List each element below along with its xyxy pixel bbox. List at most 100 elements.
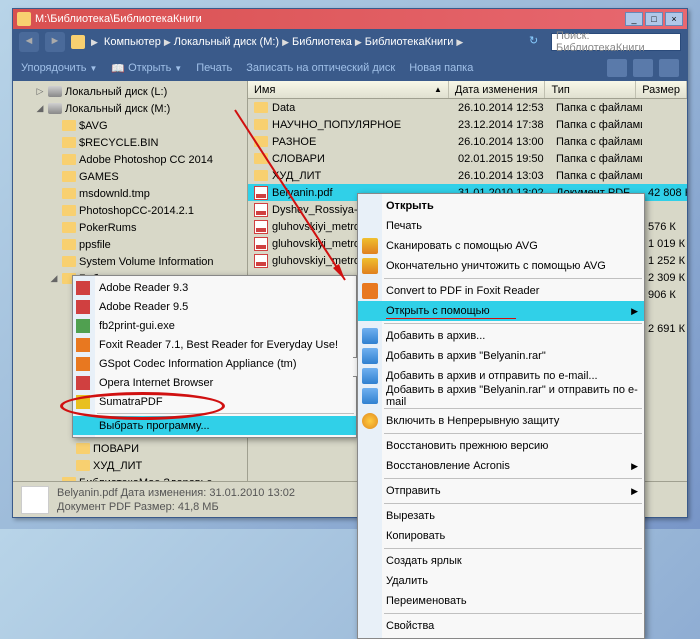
- folder-icon: [62, 171, 76, 182]
- ctx-shortcut[interactable]: Создать ярлык: [358, 551, 644, 571]
- app-icon: [76, 357, 90, 371]
- ctx-delete[interactable]: Удалить: [358, 571, 644, 591]
- submenu-arrow-icon: ▶: [631, 306, 638, 317]
- list-row[interactable]: РАЗНОЕ26.10.2014 13:00Папка с файлами: [248, 133, 687, 150]
- close-button[interactable]: ×: [665, 12, 683, 26]
- breadcrumb-item[interactable]: БиблиотекаКниги: [365, 36, 454, 48]
- organize-menu[interactable]: Упорядочить ▼: [21, 62, 97, 74]
- folder-icon: [76, 443, 90, 454]
- burn-button[interactable]: Записать на оптический диск: [246, 62, 395, 74]
- maximize-button[interactable]: □: [645, 12, 663, 26]
- breadcrumb-item[interactable]: Локальный диск (M:): [174, 36, 279, 48]
- folder-icon: [62, 137, 76, 148]
- openwith-item[interactable]: SumatraPDF: [73, 392, 356, 411]
- pdf-icon: [254, 220, 268, 234]
- list-row[interactable]: НАУЧНО_ПОПУЛЯРНОЕ23.12.2014 17:38Папка с…: [248, 116, 687, 133]
- folder-icon: [62, 188, 76, 199]
- folder-icon: [62, 154, 76, 165]
- app-icon: [76, 395, 90, 409]
- openwith-item[interactable]: Foxit Reader 7.1, Best Reader for Everyd…: [73, 335, 356, 354]
- ctx-restore[interactable]: Восстановить прежнюю версию: [358, 436, 644, 456]
- app-icon: [76, 376, 90, 390]
- open-menu[interactable]: 📖 Открыть ▼: [111, 62, 182, 75]
- folder-icon: [62, 477, 76, 481]
- print-button[interactable]: Печать: [196, 62, 232, 74]
- archive-icon: [362, 368, 378, 384]
- context-menu[interactable]: Открыть Печать Сканировать с помощью AVG…: [357, 193, 645, 639]
- foxit-icon: [362, 283, 378, 299]
- tree-item[interactable]: ПОВАРИ: [13, 440, 247, 457]
- forward-button[interactable]: ►: [45, 32, 65, 52]
- column-type[interactable]: Тип: [545, 81, 636, 98]
- ctx-convert-pdf[interactable]: Convert to PDF in Foxit Reader: [358, 281, 644, 301]
- refresh-button[interactable]: ↻: [529, 34, 545, 50]
- breadcrumb-item[interactable]: Компьютер: [104, 36, 161, 48]
- column-name[interactable]: Имя ▲: [248, 81, 449, 98]
- ctx-print[interactable]: Печать: [358, 216, 644, 236]
- preview-button[interactable]: [633, 59, 653, 77]
- list-row[interactable]: СЛОВАРИ02.01.2015 19:50Папка с файлами: [248, 150, 687, 167]
- ctx-add-rar-mail[interactable]: Добавить в архив "Belyanin.rar" и отправ…: [358, 386, 644, 406]
- openwith-item[interactable]: Adobe Reader 9.5: [73, 297, 356, 316]
- list-row[interactable]: Data26.10.2014 12:53Папка с файлами: [248, 99, 687, 116]
- ctx-acronis[interactable]: Восстановление Acronis▶: [358, 456, 644, 476]
- newfolder-button[interactable]: Новая папка: [409, 62, 473, 74]
- tree-item[interactable]: ppsfile: [13, 236, 247, 253]
- folder-icon: [62, 205, 76, 216]
- column-size[interactable]: Размер: [636, 81, 687, 98]
- ctx-openwith[interactable]: Открыть с помощью▶: [358, 301, 644, 321]
- ctx-sendto[interactable]: Отправить▶: [358, 481, 644, 501]
- help-button[interactable]: [659, 59, 679, 77]
- back-button[interactable]: ◄: [19, 32, 39, 52]
- ctx-cut[interactable]: Вырезать: [358, 506, 644, 526]
- openwith-item[interactable]: fb2print-gui.exe: [73, 316, 356, 335]
- breadcrumb-item[interactable]: Библиотека: [292, 36, 352, 48]
- ctx-scan-avg[interactable]: Сканировать с помощью AVG: [358, 236, 644, 256]
- tree-item[interactable]: $RECYCLE.BIN: [13, 134, 247, 151]
- pdf-icon: [254, 186, 268, 200]
- app-icon: [76, 319, 90, 333]
- search-input[interactable]: Поиск: БиблиотекаКниги: [551, 33, 681, 51]
- avg-icon: [362, 238, 378, 254]
- view-button[interactable]: [607, 59, 627, 77]
- ctx-props[interactable]: Свойства: [358, 616, 644, 636]
- tree-item[interactable]: ▷Локальный диск (L:): [13, 83, 247, 100]
- column-date[interactable]: Дата изменения: [449, 81, 546, 98]
- tree-item[interactable]: ХУД_ЛИТ: [13, 457, 247, 474]
- openwith-item[interactable]: GSpot Codec Information Appliance (tm): [73, 354, 356, 373]
- window-title: M:\Библиотека\БиблиотекаКниги: [35, 13, 202, 25]
- tree-item[interactable]: GAMES: [13, 168, 247, 185]
- list-row[interactable]: ХУД_ЛИТ26.10.2014 13:03Папка с файлами: [248, 167, 687, 184]
- tree-item[interactable]: PokerRums: [13, 219, 247, 236]
- openwith-item[interactable]: Opera Internet Browser: [73, 373, 356, 392]
- folder-icon: [62, 120, 76, 131]
- tree-item[interactable]: БиблиотекаМое Здоровье: [13, 474, 247, 481]
- ctx-add-mail[interactable]: Добавить в архив и отправить по e-mail..…: [358, 366, 644, 386]
- ctx-add-archive[interactable]: Добавить в архив...: [358, 326, 644, 346]
- status-line2: Документ PDF Размер: 41,8 МБ: [57, 500, 295, 514]
- folder-icon: [76, 460, 90, 471]
- ctx-copy[interactable]: Копировать: [358, 526, 644, 546]
- folder-icon: [254, 170, 268, 181]
- tree-item[interactable]: Adobe Photoshop CC 2014: [13, 151, 247, 168]
- tree-item[interactable]: System Volume Information: [13, 253, 247, 270]
- ctx-open[interactable]: Открыть: [358, 196, 644, 216]
- ctx-kill-avg[interactable]: Окончательно уничтожить с помощью AVG: [358, 256, 644, 276]
- ctx-protect[interactable]: Включить в Непрерывную защиту: [358, 411, 644, 431]
- ctx-rename[interactable]: Переименовать: [358, 591, 644, 611]
- list-header: Имя ▲ Дата изменения Тип Размер: [248, 81, 687, 99]
- tree-item[interactable]: msdownld.tmp: [13, 185, 247, 202]
- tree-item[interactable]: ◢Локальный диск (M:): [13, 100, 247, 117]
- app-icon: [76, 338, 90, 352]
- openwith-submenu[interactable]: Adobe Reader 9.3Adobe Reader 9.5fb2print…: [72, 275, 357, 438]
- openwith-item[interactable]: Выбрать программу...: [73, 416, 356, 435]
- ctx-add-rar[interactable]: Добавить в архив "Belyanin.rar": [358, 346, 644, 366]
- folder-icon: [17, 12, 31, 26]
- pdf-icon: [254, 237, 268, 251]
- titlebar[interactable]: M:\Библиотека\БиблиотекаКниги _ □ ×: [13, 9, 687, 29]
- tree-item[interactable]: $AVG: [13, 117, 247, 134]
- openwith-item[interactable]: Adobe Reader 9.3: [73, 278, 356, 297]
- archive-icon: [362, 348, 378, 364]
- minimize-button[interactable]: _: [625, 12, 643, 26]
- tree-item[interactable]: PhotoshopCC-2014.2.1: [13, 202, 247, 219]
